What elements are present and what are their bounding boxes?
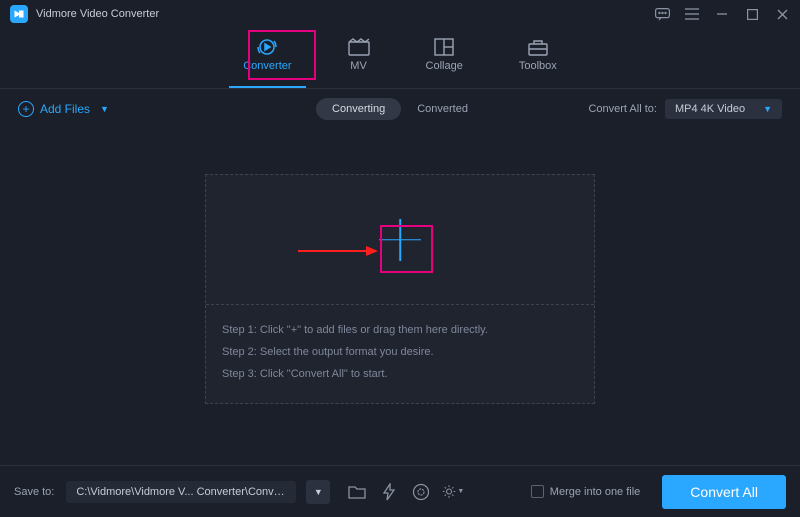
minimize-button[interactable] [714, 6, 730, 22]
step-1: Step 1: Click "+" to add files or drag t… [222, 319, 578, 341]
tab-collage[interactable]: Collage [418, 34, 471, 78]
toolbox-icon [527, 38, 549, 56]
feedback-icon[interactable] [654, 6, 670, 22]
add-files-button[interactable]: + Add Files ▼ [18, 101, 109, 117]
subtabs: Converting Converted [316, 98, 484, 120]
title-bar: Vidmore Video Converter [0, 0, 800, 28]
collage-icon [433, 38, 455, 56]
toolbar: + Add Files ▼ Converting Converted Conve… [0, 89, 800, 129]
mv-icon [348, 38, 370, 56]
tab-label: Converter [243, 60, 291, 72]
close-button[interactable] [774, 6, 790, 22]
maximize-button[interactable] [744, 6, 760, 22]
drop-panel[interactable]: Step 1: Click "+" to add files or drag t… [205, 174, 595, 404]
convert-all-button[interactable]: Convert All [662, 475, 786, 509]
save-path-select[interactable]: C:\Vidmore\Vidmore V... Converter\Conver… [66, 481, 296, 503]
add-file-plus-button[interactable] [375, 215, 425, 265]
save-path-text: C:\Vidmore\Vidmore V... Converter\Conver… [76, 486, 286, 498]
tab-label: MV [350, 60, 367, 72]
plus-circle-icon: + [18, 101, 34, 117]
format-selected: MP4 4K Video [675, 103, 745, 115]
merge-label: Merge into one file [550, 486, 641, 498]
chevron-down-icon: ▼ [763, 104, 772, 114]
top-tabs: Converter MV Collage Toolbox [0, 28, 800, 89]
tab-mv[interactable]: MV [340, 34, 378, 78]
checkbox-box [531, 485, 544, 498]
merge-checkbox[interactable]: Merge into one file [531, 485, 641, 498]
chevron-down-icon: ▼ [100, 104, 109, 114]
bottom-icon-group: ▼ [346, 481, 464, 503]
save-to-label: Save to: [14, 486, 54, 498]
app-title: Vidmore Video Converter [36, 8, 159, 20]
drop-zone[interactable] [206, 175, 594, 305]
tab-label: Collage [426, 60, 463, 72]
bottom-bar: Save to: C:\Vidmore\Vidmore V... Convert… [0, 465, 800, 517]
save-path-dropdown[interactable]: ▼ [306, 480, 330, 504]
app-logo [10, 5, 28, 23]
window-controls [654, 6, 790, 22]
menu-icon[interactable] [684, 6, 700, 22]
chevron-down-icon: ▼ [457, 488, 464, 495]
tab-toolbox[interactable]: Toolbox [511, 34, 565, 78]
drop-instructions: Step 1: Click "+" to add files or drag t… [206, 305, 594, 403]
convert-all-to: Convert All to: MP4 4K Video ▼ [588, 99, 782, 119]
tab-converter[interactable]: Converter [235, 34, 299, 78]
main-area: Step 1: Click "+" to add files or drag t… [0, 129, 800, 404]
tab-label: Toolbox [519, 60, 557, 72]
settings-icon[interactable]: ▼ [442, 481, 464, 503]
converter-icon [256, 38, 278, 56]
hardware-accel-icon[interactable] [378, 481, 400, 503]
subtab-converted[interactable]: Converted [401, 98, 484, 120]
step-2: Step 2: Select the output format you des… [222, 341, 578, 363]
add-files-label: Add Files [40, 102, 90, 116]
convert-all-to-label: Convert All to: [588, 103, 656, 115]
open-folder-icon[interactable] [346, 481, 368, 503]
format-select[interactable]: MP4 4K Video ▼ [665, 99, 782, 119]
subtab-converting[interactable]: Converting [316, 98, 401, 120]
step-3: Step 3: Click "Convert All" to start. [222, 363, 578, 385]
high-speed-icon[interactable] [410, 481, 432, 503]
